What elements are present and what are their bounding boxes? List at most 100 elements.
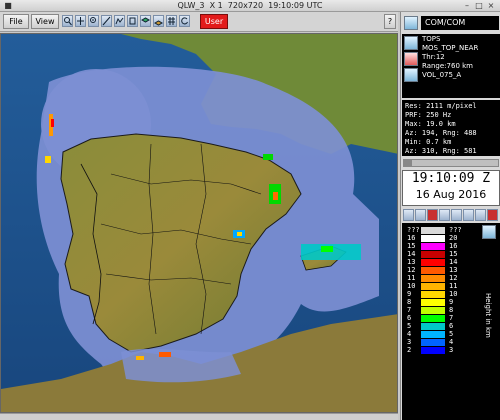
- legend-right-value: ???: [449, 226, 462, 234]
- datetime-display: 19:10:09 Z 16 Aug 2016: [402, 170, 500, 206]
- view-menu-button[interactable]: View: [31, 14, 59, 29]
- legend-left-value: ???: [407, 226, 420, 234]
- step-back-icon[interactable]: [403, 209, 414, 221]
- product-range: Range:760 km: [422, 62, 474, 70]
- product-icon[interactable]: [404, 36, 418, 50]
- legend-right-value: 14: [449, 258, 458, 266]
- stats-box: Res: 2111 m/pixel PRF: 250 Hz Max: 19.0 …: [402, 100, 500, 156]
- legend-swatch: [421, 251, 445, 258]
- legend-right-value: 3: [449, 346, 454, 354]
- pan-icon[interactable]: [75, 15, 86, 27]
- legend-row: 34: [407, 338, 487, 347]
- info-icon[interactable]: [127, 15, 138, 27]
- legend-swatch: [421, 259, 445, 266]
- legend-right-value: 20: [449, 234, 458, 242]
- com-icon[interactable]: [404, 16, 418, 30]
- range-icon[interactable]: [404, 68, 418, 82]
- legend-right-value: 7: [449, 314, 454, 322]
- product-mosaic: MOS_TOP_NEAR: [422, 44, 479, 52]
- loop-icon[interactable]: [475, 209, 486, 221]
- legend-right-value: 6: [449, 322, 454, 330]
- refresh-icon[interactable]: [179, 15, 190, 27]
- legend-swatch: [421, 283, 445, 290]
- stats-res: Res: 2111 m/pixel: [405, 102, 477, 110]
- legend-left-value: 5: [407, 322, 412, 330]
- legend-left-value: 14: [407, 250, 416, 258]
- com-label: COM/COM: [421, 16, 499, 30]
- legend-row: 23: [407, 346, 487, 355]
- legend-swatch: [421, 291, 445, 298]
- product-info-box: TOPS MOS_TOP_NEAR Thr:12 Range:760 km VO…: [402, 34, 500, 98]
- product-volume: VOL_075_A: [422, 71, 462, 79]
- zoom-out-icon[interactable]: [88, 15, 99, 27]
- overlay-icon[interactable]: [153, 15, 164, 27]
- time-slider[interactable]: [403, 159, 499, 167]
- legend-right-value: 10: [449, 290, 458, 298]
- close-icon[interactable]: ×: [486, 1, 496, 11]
- product-threshold: Thr:12: [422, 53, 445, 61]
- legend-row: 78: [407, 306, 487, 315]
- legend-swatch: [421, 243, 445, 250]
- legend-row: 13 14: [407, 258, 487, 267]
- legend-row: 9 10: [407, 290, 487, 299]
- time-display: 19:10:09 Z: [411, 171, 491, 186]
- legend-row: 12 13: [407, 266, 487, 275]
- legend-row: 67: [407, 314, 487, 323]
- legend-swatch: [421, 275, 445, 282]
- stats-prf: PRF: 250 Hz: [405, 111, 452, 119]
- legend-left-value: 16: [407, 234, 416, 242]
- legend-swatch: [421, 235, 445, 242]
- legend-swatch: [421, 227, 445, 234]
- legend-row: 89: [407, 298, 487, 307]
- legend-axis-label: Height in km: [484, 293, 492, 338]
- step-forward-icon[interactable]: [463, 209, 474, 221]
- time-slider-handle[interactable]: [404, 160, 412, 166]
- minimize-icon[interactable]: –: [462, 1, 472, 11]
- legend-row: 14 15: [407, 250, 487, 259]
- pause-icon[interactable]: [439, 209, 450, 221]
- legend-right-value: 4: [449, 338, 454, 346]
- legend-left-value: 15: [407, 242, 416, 250]
- legend-swatch: [421, 331, 445, 338]
- zoom-in-icon[interactable]: [62, 15, 73, 27]
- file-menu-button[interactable]: File: [3, 14, 29, 29]
- legend-left-value: 12: [407, 266, 416, 274]
- close-animation-icon[interactable]: [487, 209, 498, 221]
- cross-section-icon[interactable]: [114, 15, 125, 27]
- legend-right-value: 5: [449, 330, 454, 338]
- legend-left-value: 7: [407, 306, 412, 314]
- legend-left-value: 13: [407, 258, 416, 266]
- legend-left-value: 6: [407, 314, 412, 322]
- maximize-icon[interactable]: □: [474, 1, 484, 11]
- legend-row: 56: [407, 322, 487, 331]
- legend-settings-icon[interactable]: [482, 225, 496, 239]
- legend-left-value: 3: [407, 338, 412, 346]
- user-button[interactable]: User: [200, 14, 228, 29]
- radar-map[interactable]: [0, 33, 398, 413]
- stop-icon[interactable]: [427, 209, 438, 221]
- legend-swatch: [421, 307, 445, 314]
- animation-controls: [403, 209, 499, 221]
- legend-left-value: 4: [407, 330, 412, 338]
- legend-row: 45: [407, 330, 487, 339]
- help-button[interactable]: ?: [384, 14, 396, 29]
- play-icon[interactable]: [451, 209, 462, 221]
- legend-row: 10 11: [407, 282, 487, 291]
- legend-swatch: [421, 267, 445, 274]
- measure-icon[interactable]: [101, 15, 112, 27]
- map-scrollbar[interactable]: [0, 413, 398, 420]
- stats-az-max: Az: 194, Rng: 488: [405, 129, 477, 137]
- window-title-bar: ■ QLW_3 X 1 720x720 19:10:09 UTC – □ ×: [0, 0, 500, 12]
- play-back-icon[interactable]: [415, 209, 426, 221]
- grid-icon[interactable]: [166, 15, 177, 27]
- color-legend: ?????? 16 20 15 16 14 15 13 14 12 13 11 12 10 11 9 10 8 9 7…: [402, 223, 500, 420]
- legend-swatch: [421, 339, 445, 346]
- legend-right-value: 12: [449, 274, 458, 282]
- legend-left-value: 8: [407, 298, 412, 306]
- legend-row: 11 12: [407, 274, 487, 283]
- window-title: QLW_3 X 1 720x720 19:10:09 UTC: [177, 1, 323, 10]
- threshold-icon[interactable]: [404, 52, 418, 66]
- stats-min: Min: 0.7 km: [405, 138, 452, 146]
- layers-icon[interactable]: [140, 15, 151, 27]
- stats-az-min: Az: 310, Rng: 581: [405, 147, 477, 155]
